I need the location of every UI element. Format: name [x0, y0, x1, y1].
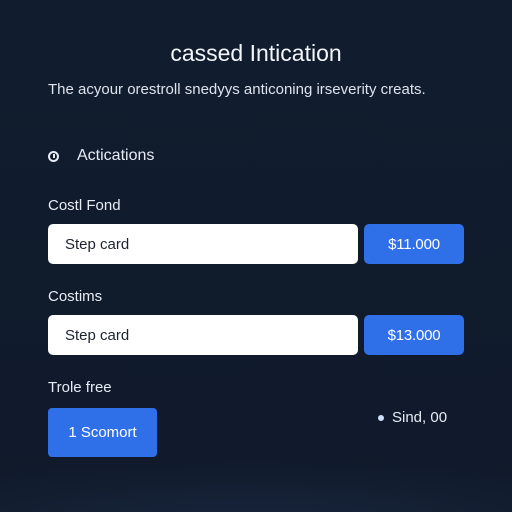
- page-subtitle: The acyour orestroll snedyys anticoning …: [48, 81, 426, 98]
- field-label-2: Costims: [48, 288, 103, 305]
- step-card-input-1[interactable]: Step card: [48, 224, 358, 264]
- status-text: Sind, 00: [392, 409, 448, 426]
- section-label: Actications: [77, 147, 155, 164]
- price-button-1[interactable]: $11.000: [364, 224, 464, 264]
- page-title: cassed Intication: [170, 40, 342, 66]
- status-indicator: Sind, 00: [378, 409, 447, 426]
- footer-label: Trole free: [48, 379, 112, 396]
- scomort-button[interactable]: 1 Scomort: [48, 408, 157, 457]
- section-header: Actications: [48, 146, 154, 166]
- step-card-input-2[interactable]: Step card: [48, 315, 358, 355]
- page-root: cassed Intication The acyour orestroll s…: [0, 0, 512, 512]
- status-dot-icon: [378, 414, 384, 421]
- field-label-1: Costl Fond: [48, 197, 121, 214]
- clock-icon: [48, 150, 59, 162]
- price-button-2[interactable]: $13.000: [364, 315, 464, 355]
